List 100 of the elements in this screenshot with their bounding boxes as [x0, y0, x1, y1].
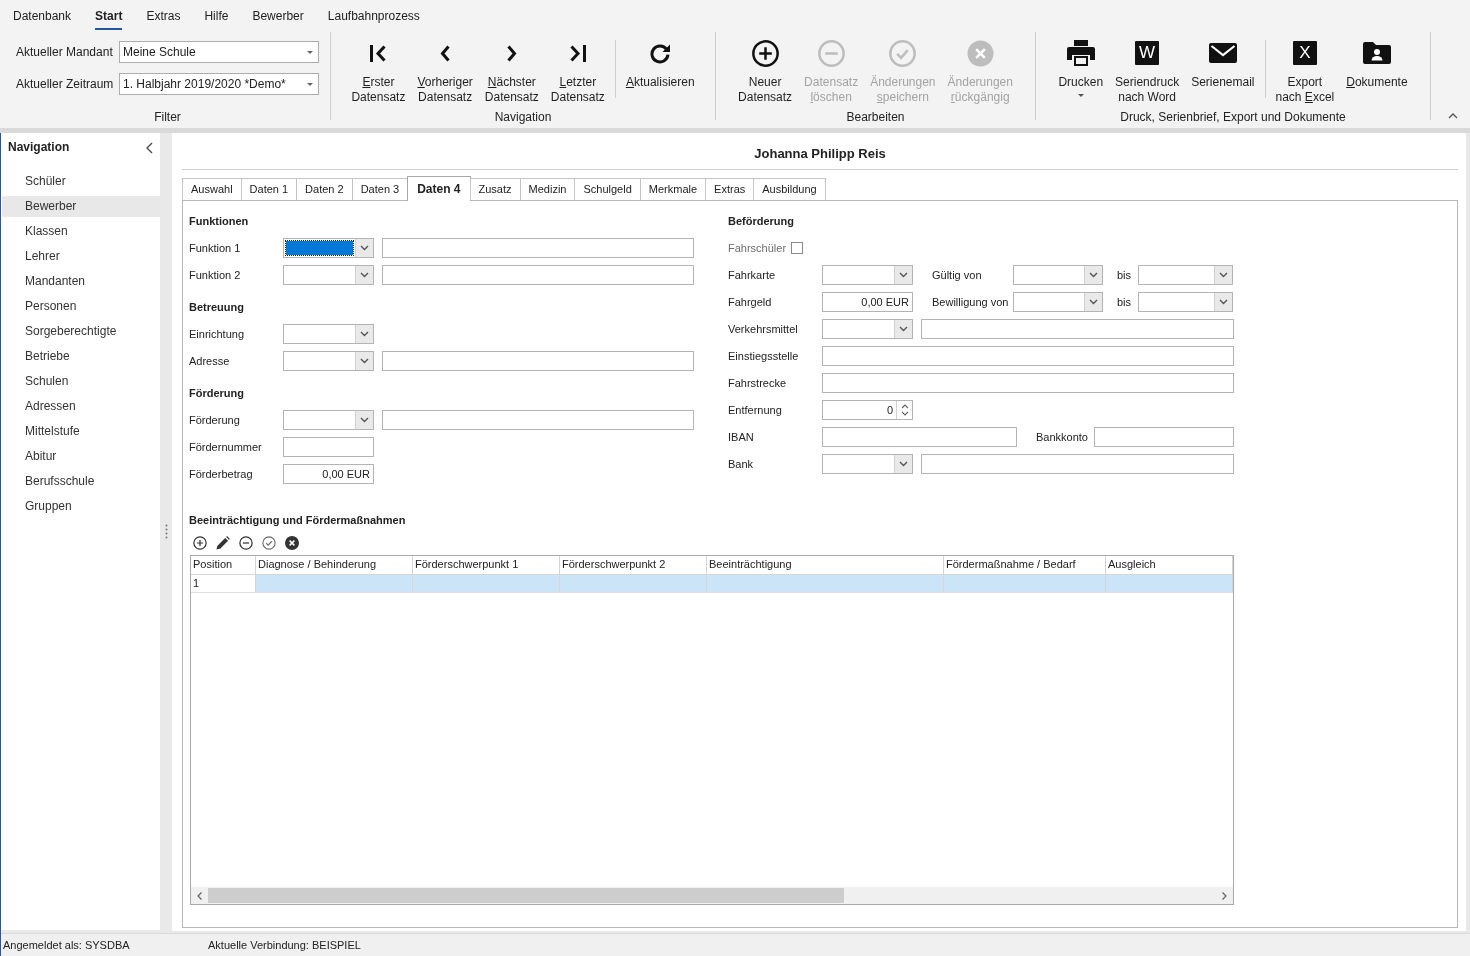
- dropdown-field[interactable]: 1. Halbjahr 2019/2020 *Demo*: [119, 73, 319, 95]
- menu-tab[interactable]: Laufbahnprozess: [327, 2, 420, 30]
- email-button[interactable]: Serienemail: [1185, 38, 1261, 90]
- sidebar-item[interactable]: Schüler: [2, 171, 160, 192]
- last-record-button[interactable]: Letzter Datensatz: [544, 38, 611, 105]
- export-button[interactable]: X Export nach Excel: [1269, 38, 1341, 105]
- print-button[interactable]: Drucken: [1052, 38, 1110, 97]
- text-field[interactable]: [382, 409, 694, 430]
- field-label: Einstiegsstelle: [728, 349, 800, 362]
- sidebar-item[interactable]: Personen: [2, 296, 160, 317]
- menu-tab[interactable]: Datenbank: [13, 2, 72, 30]
- previous-record-button[interactable]: Vorheriger Datensatz: [411, 38, 479, 105]
- sidebar-item[interactable]: Bewerber: [2, 196, 160, 217]
- menu-tab[interactable]: Bewerber: [252, 2, 304, 30]
- field-label: IBAN: [728, 430, 755, 443]
- check-circle-icon[interactable]: [262, 536, 276, 550]
- text-field[interactable]: [822, 426, 1017, 447]
- x-circle-icon: [966, 39, 994, 67]
- table-cell: 1: [191, 575, 256, 592]
- dropdown-field[interactable]: [822, 453, 913, 474]
- sidebar-item[interactable]: Berufsschule: [2, 471, 160, 492]
- menu-tab[interactable]: Hilfe: [204, 2, 229, 30]
- status-text: Angemeldet als: SYSDBA: [3, 939, 131, 951]
- sidebar-item[interactable]: Abitur: [2, 446, 160, 467]
- text-field[interactable]: [822, 372, 1234, 393]
- dropdown-field[interactable]: [1013, 291, 1103, 312]
- scrollbar-thumb[interactable]: [208, 888, 844, 903]
- dropdown-field[interactable]: Meine Schule: [119, 41, 319, 63]
- column-header[interactable]: Beeinträchtigung: [707, 556, 944, 574]
- up-down-arrows-icon[interactable]: [900, 402, 909, 417]
- folder-person-icon: [1362, 42, 1391, 64]
- column-header[interactable]: Förderschwerpunkt 1: [413, 556, 560, 574]
- column-header[interactable]: Diagnose / Behinderung: [256, 556, 413, 574]
- pencil-icon[interactable]: [216, 536, 230, 550]
- chevron-left-icon[interactable]: [197, 891, 202, 900]
- dropdown-field[interactable]: [283, 264, 374, 285]
- menu-tab[interactable]: Start: [95, 2, 123, 30]
- table-row[interactable]: 1: [191, 575, 1233, 593]
- first-record-button[interactable]: Erster Datensatz: [345, 38, 412, 105]
- amount-field[interactable]: 0,00 EUR: [822, 291, 913, 312]
- grip-dots-icon[interactable]: [164, 524, 168, 539]
- status-text: Aktuelle Verbindung: BEISPIEL: [208, 939, 361, 951]
- menu-tab[interactable]: Extras: [146, 2, 181, 30]
- column-header[interactable]: Förderschwerpunkt 2: [560, 556, 707, 574]
- envelope-icon: [1208, 43, 1237, 63]
- sidebar-item[interactable]: Mandanten: [2, 271, 160, 292]
- sidebar-item[interactable]: Gruppen: [2, 496, 160, 517]
- text-field[interactable]: [382, 264, 694, 285]
- amount-field[interactable]: 0,00 EUR: [283, 463, 374, 484]
- tab[interactable]: Daten 4: [407, 176, 471, 201]
- checkbox[interactable]: [791, 241, 804, 254]
- chevron-up-icon[interactable]: [1448, 113, 1458, 119]
- documents-button[interactable]: Dokumente: [1340, 38, 1414, 90]
- chevron-right-icon[interactable]: [1222, 891, 1227, 900]
- plus-circle-icon[interactable]: [193, 536, 207, 550]
- dropdown-field[interactable]: [283, 237, 374, 258]
- horizontal-scrollbar[interactable]: [191, 887, 1233, 904]
- tab[interactable]: Ausbildung: [753, 178, 826, 200]
- next-record-button[interactable]: Nächster Datensatz: [478, 38, 545, 105]
- text-field[interactable]: [822, 345, 1234, 366]
- record-title: Johanna Philipp Reis: [754, 146, 886, 161]
- chevron-bar-left-icon: [370, 44, 387, 62]
- chevron-down-icon: [360, 416, 369, 423]
- sidebar-item[interactable]: Sorgeberechtigte: [2, 321, 160, 342]
- column-header[interactable]: Fördermaßnahme / Bedarf: [944, 556, 1106, 574]
- text-field[interactable]: [382, 350, 694, 371]
- minus-circle-icon[interactable]: [239, 536, 253, 550]
- refresh-button[interactable]: Aktualisieren: [619, 38, 701, 90]
- w-letter-icon: W: [1135, 41, 1160, 65]
- chevron-left-icon[interactable]: [146, 142, 153, 154]
- dropdown-field[interactable]: [1138, 264, 1233, 285]
- tab[interactable]: Zusatz: [469, 178, 521, 200]
- new-record-button[interactable]: Neuer Datensatz: [732, 38, 799, 105]
- text-field[interactable]: [921, 318, 1234, 339]
- dropdown-field[interactable]: [822, 264, 913, 285]
- x-circle-icon[interactable]: [285, 536, 299, 550]
- field-label: Aktueller Mandant: [16, 45, 114, 59]
- number-field[interactable]: 0: [822, 399, 913, 420]
- check-circle-icon: [889, 39, 917, 67]
- dropdown-field[interactable]: [1013, 264, 1103, 285]
- sidebar-item[interactable]: Lehrer: [2, 246, 160, 267]
- column-header[interactable]: Position: [191, 556, 256, 574]
- column-header[interactable]: Ausgleich: [1106, 556, 1233, 574]
- text-field[interactable]: [283, 436, 374, 457]
- dropdown-field[interactable]: [283, 409, 374, 430]
- text-field[interactable]: [1094, 426, 1234, 447]
- sidebar-item[interactable]: Schulen: [2, 371, 160, 392]
- dropdown-field[interactable]: [283, 350, 374, 371]
- field-label: Funktion 2: [189, 268, 242, 281]
- sidebar-item[interactable]: Mittelstufe: [2, 421, 160, 442]
- sidebar-item[interactable]: Adressen: [2, 396, 160, 417]
- sidebar-item[interactable]: Betriebe: [2, 346, 160, 367]
- sidebar-item[interactable]: Klassen: [2, 221, 160, 242]
- dropdown-field[interactable]: [822, 318, 913, 339]
- dropdown-field[interactable]: [283, 323, 374, 344]
- dropdown-field[interactable]: [1138, 291, 1233, 312]
- tab[interactable]: Auswahl: [182, 178, 242, 200]
- text-field[interactable]: [382, 237, 694, 258]
- text-field[interactable]: [921, 453, 1234, 474]
- mail-merge-button[interactable]: W Seriendruck nach Word: [1109, 38, 1186, 105]
